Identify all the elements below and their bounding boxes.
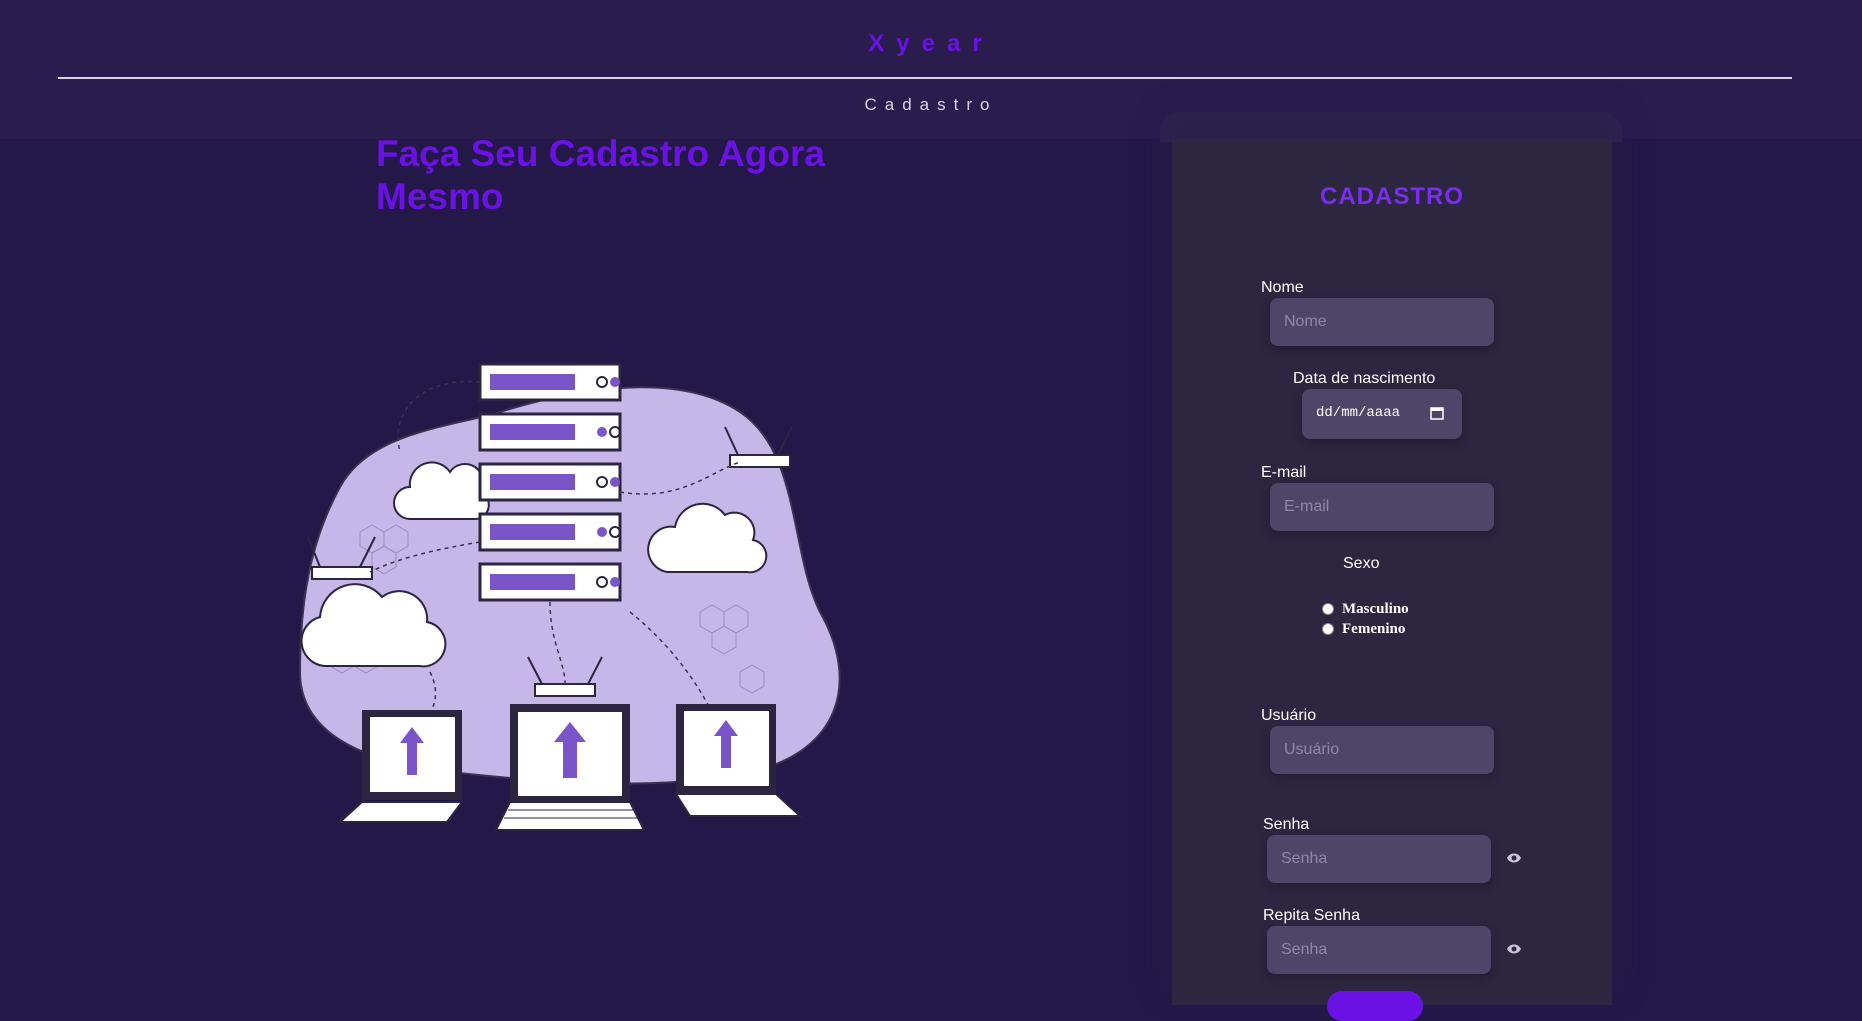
repeat-password-input[interactable] [1267, 926, 1491, 974]
hero-title: Faça Seu Cadastro Agora Mesmo [376, 133, 825, 217]
radio-button[interactable] [1322, 603, 1334, 615]
name-label: Nome [1261, 279, 1304, 296]
email-input[interactable] [1270, 483, 1494, 531]
repeat-password-label: Repita Senha [1263, 907, 1360, 924]
radio-label-femenino: Femenino [1342, 620, 1406, 637]
radio-label-masculino: Masculino [1342, 600, 1409, 617]
panel-top-glow [1160, 112, 1622, 142]
user-label: Usuário [1261, 707, 1317, 724]
radio-button[interactable] [1322, 623, 1334, 635]
password-input[interactable] [1267, 835, 1491, 883]
header-divider [58, 77, 1792, 79]
password-label: Senha [1263, 816, 1310, 833]
eye-icon[interactable] [1506, 852, 1522, 864]
sex-label: Sexo [1343, 555, 1380, 572]
user-input[interactable] [1270, 726, 1494, 774]
email-label: E-mail [1261, 464, 1307, 481]
radio-femenino[interactable]: Femenino [1322, 620, 1405, 638]
radio-masculino[interactable]: Masculino [1322, 600, 1409, 618]
name-input[interactable] [1270, 298, 1494, 346]
birth-date-input[interactable]: dd/mm/aaaa [1302, 389, 1462, 439]
cloud-servers-illustration [298, 362, 841, 831]
eye-icon[interactable] [1506, 943, 1522, 955]
calendar-icon[interactable] [1430, 406, 1444, 420]
birth-label: Data de nascimento [1293, 370, 1436, 387]
submit-button[interactable] [1327, 991, 1423, 1021]
birth-date-placeholder: dd/mm/aaaa [1316, 405, 1401, 421]
brand-logo-text[interactable]: Xyear [0, 30, 1862, 58]
form-title: CADASTRO [1320, 183, 1464, 210]
